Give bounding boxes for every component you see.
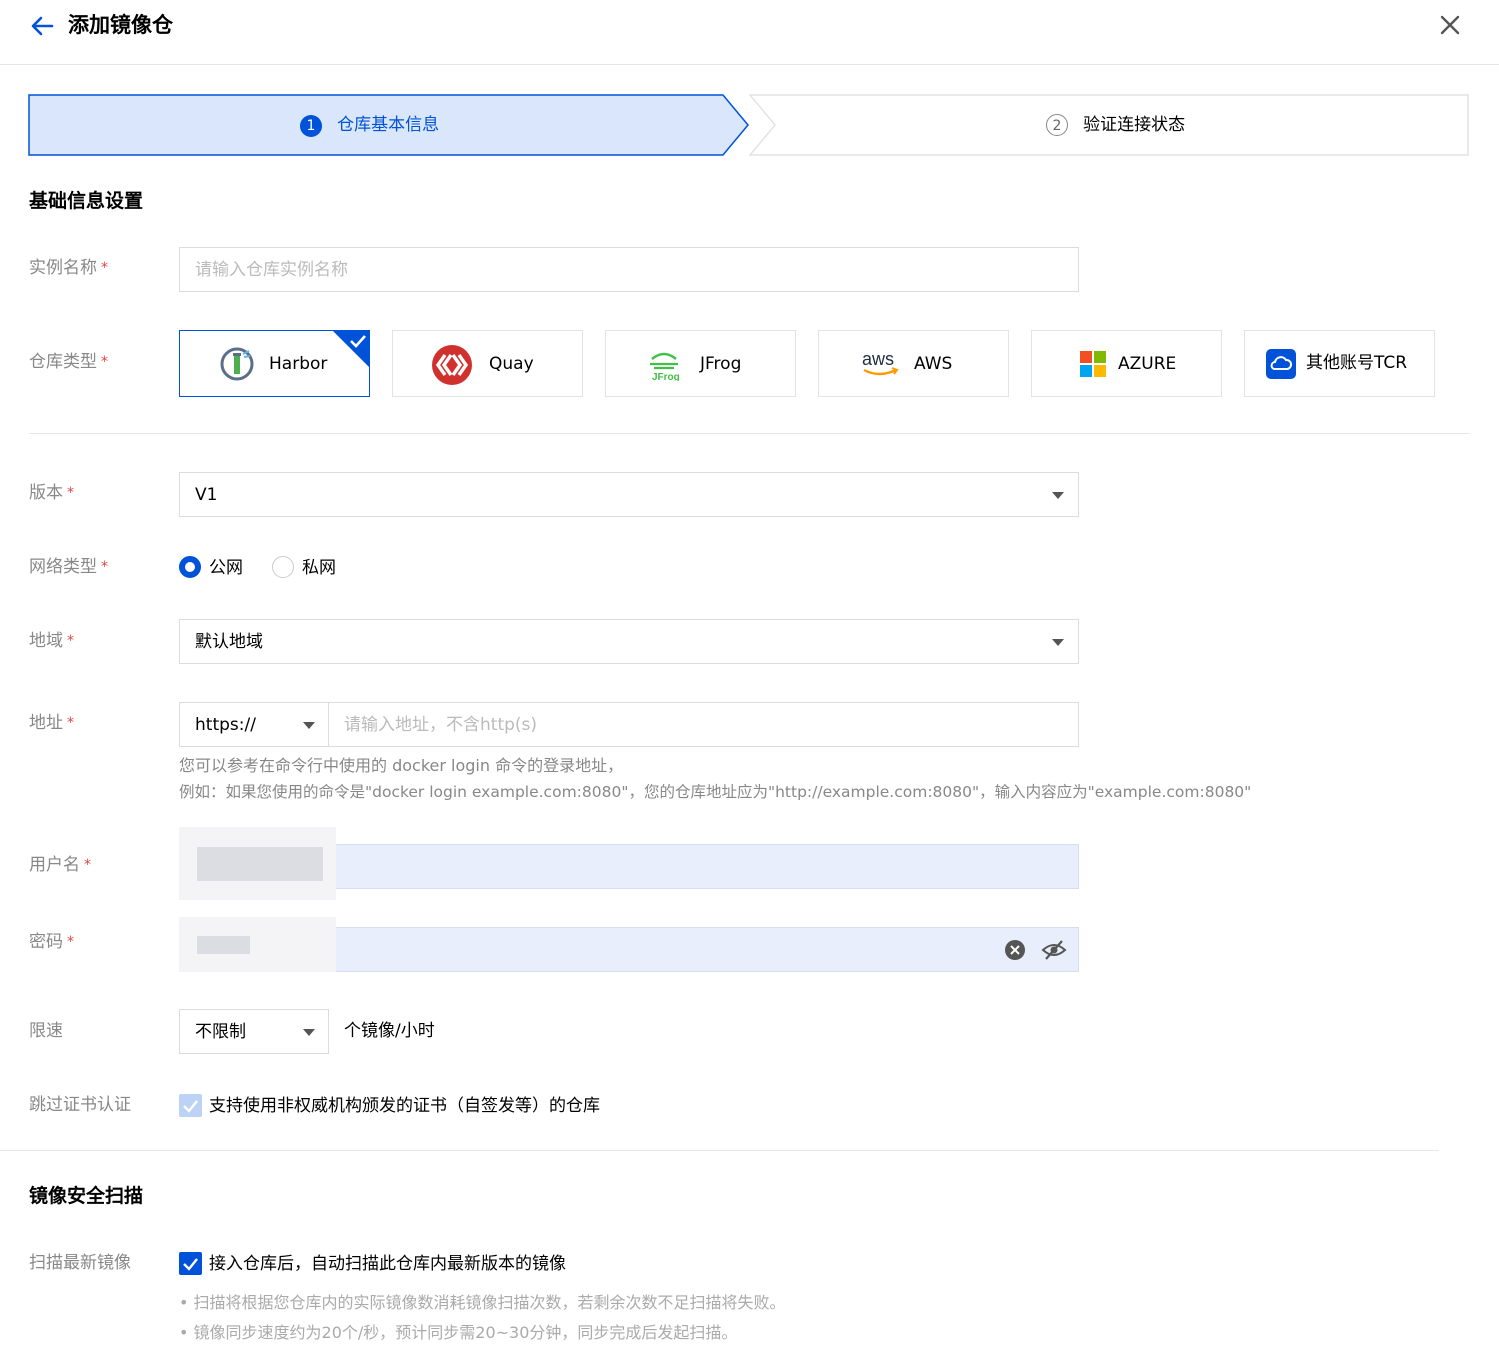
registry-card-label: Quay [489,354,534,374]
registry-card-label: AWS [914,354,953,374]
rate-limit-unit: 个镜像/小时 [344,1021,435,1041]
scan-note-1: • 扫描将根据您仓库内的实际镜像数消耗镜像扫描次数，若剩余次数不足扫描将失败。 [179,1293,786,1312]
scan-note-2: • 镜像同步速度约为20个/秒，预计同步需20~30分钟，同步完成后发起扫描。 [179,1323,738,1342]
section-title-scan: 镜像安全扫描 [29,1185,144,1207]
radio-public[interactable] [179,556,201,578]
registry-card-jfrog[interactable]: JFrog JFrog [605,330,796,397]
back-arrow-icon[interactable] [28,12,56,40]
instance-name-label: 实例名称 * [29,258,108,278]
registry-card-quay[interactable]: Quay [392,330,583,397]
chevron-down-icon [1052,492,1064,499]
chevron-down-icon [303,1029,315,1036]
skip-cert-label: 跳过证书认证 [29,1095,131,1115]
radio-private[interactable] [272,556,294,578]
address-placeholder: 请输入地址，不含http(s) [344,715,538,735]
username-label: 用户名 * [29,855,91,875]
step-2-label: 验证连接状态 [1083,115,1186,135]
header-divider [0,64,1499,65]
skip-cert-checkbox[interactable] [179,1094,202,1117]
registry-card-label: 其他账号TCR [1306,353,1408,373]
registry-card-harbor[interactable]: Harbor [179,330,370,397]
registry-card-label: Harbor [269,354,328,374]
version-label: 版本 * [29,483,74,503]
rate-limit-select[interactable]: 不限制 [179,1009,329,1054]
region-label: 地域 * [29,631,74,651]
tcr-logo-icon [1266,349,1296,379]
password-label: 密码 * [29,932,74,952]
rate-limit-label: 限速 [29,1021,63,1041]
svg-text:aws: aws [862,349,894,369]
step-bar: 1 仓库基本信息 2 验证连接状态 [28,94,1470,156]
username-redacted [179,827,336,900]
registry-card-label: AZURE [1118,354,1177,374]
step-shapes [28,94,1469,156]
jfrog-logo-icon: JFrog [650,352,680,381]
divider [29,433,1470,434]
step-1-number: 1 [300,115,322,137]
instance-name-placeholder: 请输入仓库实例名称 [195,260,348,280]
section-title-basic: 基础信息设置 [29,190,144,212]
region-select[interactable]: 默认地域 [179,619,1079,664]
registry-card-aws[interactable]: aws AWS [818,330,1009,397]
rate-limit-value: 不限制 [195,1022,246,1042]
blur-patch [197,936,250,954]
azure-logo-icon [1080,351,1106,377]
page-title: 添加镜像仓 [68,13,173,37]
scan-latest-checkbox[interactable] [179,1252,202,1275]
scan-latest-text: 接入仓库后，自动扫描此仓库内最新版本的镜像 [209,1254,566,1274]
protocol-value: https:// [195,715,256,735]
radio-private-label[interactable]: 私网 [302,556,336,580]
close-icon[interactable] [1436,11,1464,39]
eye-off-icon[interactable] [1041,937,1067,963]
step-2-number: 2 [1046,114,1068,136]
harbor-logo-icon [220,347,254,381]
network-type-label: 网络类型 * [29,557,108,577]
region-value: 默认地域 [195,632,263,652]
address-input[interactable]: 请输入地址，不含http(s) [328,702,1079,747]
address-label: 地址 * [29,713,74,733]
check-icon [332,330,370,368]
quay-logo-icon [432,345,472,385]
step-1[interactable]: 1 仓库基本信息 [300,113,439,137]
divider [0,1150,1439,1151]
blur-patch [197,847,323,881]
svg-text:JFrog: JFrog [652,372,680,381]
password-redacted [179,917,336,972]
registry-type-label: 仓库类型 * [29,352,108,372]
step-1-label: 仓库基本信息 [337,115,440,135]
skip-cert-text: 支持使用非权威机构颁发的证书（自签发等）的仓库 [209,1096,600,1116]
registry-card-azure[interactable]: AZURE [1031,330,1222,397]
clear-icon[interactable] [1004,939,1026,961]
version-select[interactable]: V1 [179,472,1079,517]
chevron-down-icon [303,722,315,729]
chevron-down-icon [1052,639,1064,646]
registry-card-label: JFrog [700,354,742,374]
protocol-select[interactable]: https:// [179,702,329,747]
registry-card-tcr[interactable]: 其他账号TCR [1244,330,1435,397]
radio-public-label[interactable]: 公网 [209,556,243,580]
instance-name-input[interactable]: 请输入仓库实例名称 [179,247,1079,292]
aws-logo-icon: aws [862,349,899,376]
address-help-line-1: 您可以参考在命令行中使用的 docker login 命令的登录地址， [179,756,624,775]
address-help-line-2: 例如：如果您使用的命令是"docker login example.com:80… [179,783,1252,801]
scan-latest-label: 扫描最新镜像 [29,1253,131,1273]
version-value: V1 [195,485,218,505]
step-2[interactable]: 2 验证连接状态 [1046,113,1185,137]
